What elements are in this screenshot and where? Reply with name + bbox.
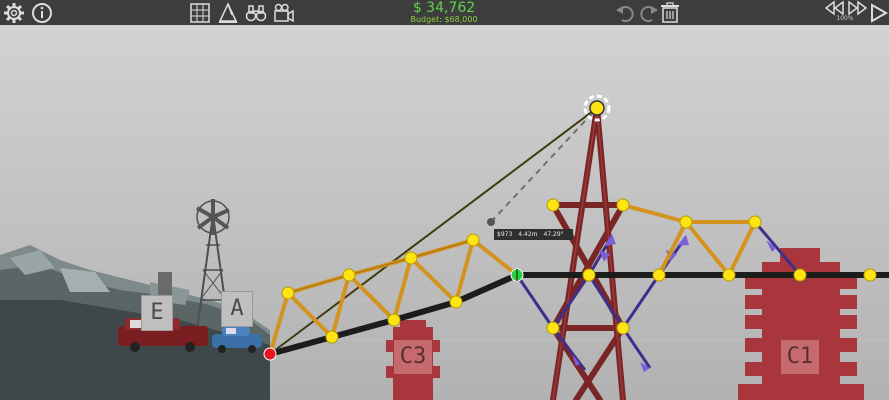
play-icon[interactable] [866, 1, 889, 25]
top-toolbar: $ 34,762 Budget: $68,000 100% [0, 0, 889, 25]
info-icon[interactable] [30, 1, 54, 25]
joint [679, 215, 693, 229]
joint [748, 215, 762, 229]
game-scene[interactable]: E A C3 C1 $973 4.42m 47.29° [0, 0, 889, 400]
joint [281, 286, 295, 300]
joint [616, 321, 630, 335]
measure-icon[interactable] [216, 1, 240, 25]
joint [387, 313, 401, 327]
camera-icon[interactable] [272, 1, 296, 25]
redo-icon[interactable] [636, 1, 660, 25]
joint [722, 268, 736, 282]
joint [652, 268, 666, 282]
fast-forward-icon[interactable] [846, 0, 868, 16]
measurement-readout: $973 4.42m 47.29° [494, 229, 573, 240]
joint [342, 268, 356, 282]
pier-label-c3: C3 [394, 340, 432, 374]
joint [404, 251, 418, 265]
joint [582, 268, 596, 282]
selected-joint [589, 100, 605, 116]
joint [449, 295, 463, 309]
bridge-canvas[interactable] [0, 0, 889, 400]
anchor-joint [263, 347, 277, 361]
grid-icon[interactable] [188, 1, 212, 25]
measurement-cost: $973 [497, 231, 513, 238]
cursor-point [487, 218, 495, 226]
pier-label-c1: C1 [781, 340, 819, 374]
steel-tower [550, 105, 626, 400]
rewind-icon[interactable] [822, 0, 844, 16]
measurement-angle: 47.29° [543, 231, 564, 238]
measurement-length: 4.42m [518, 231, 538, 238]
vehicle-sign-e: E [141, 295, 173, 331]
joint [466, 233, 480, 247]
money-remaining: $ 34,762 [412, 0, 476, 16]
vehicle-sign-a: A [221, 291, 253, 327]
speed-percent: 100% [836, 15, 854, 22]
binoculars-icon[interactable] [244, 1, 268, 25]
joint [863, 268, 877, 282]
joint [546, 321, 560, 335]
settings-gear-icon[interactable] [2, 1, 26, 25]
trash-icon[interactable] [658, 1, 682, 25]
joint [546, 198, 560, 212]
budget-label: Budget: $68,000 [410, 15, 478, 24]
undo-icon[interactable] [614, 1, 638, 25]
joint [325, 330, 339, 344]
joint [793, 268, 807, 282]
joint [616, 198, 630, 212]
